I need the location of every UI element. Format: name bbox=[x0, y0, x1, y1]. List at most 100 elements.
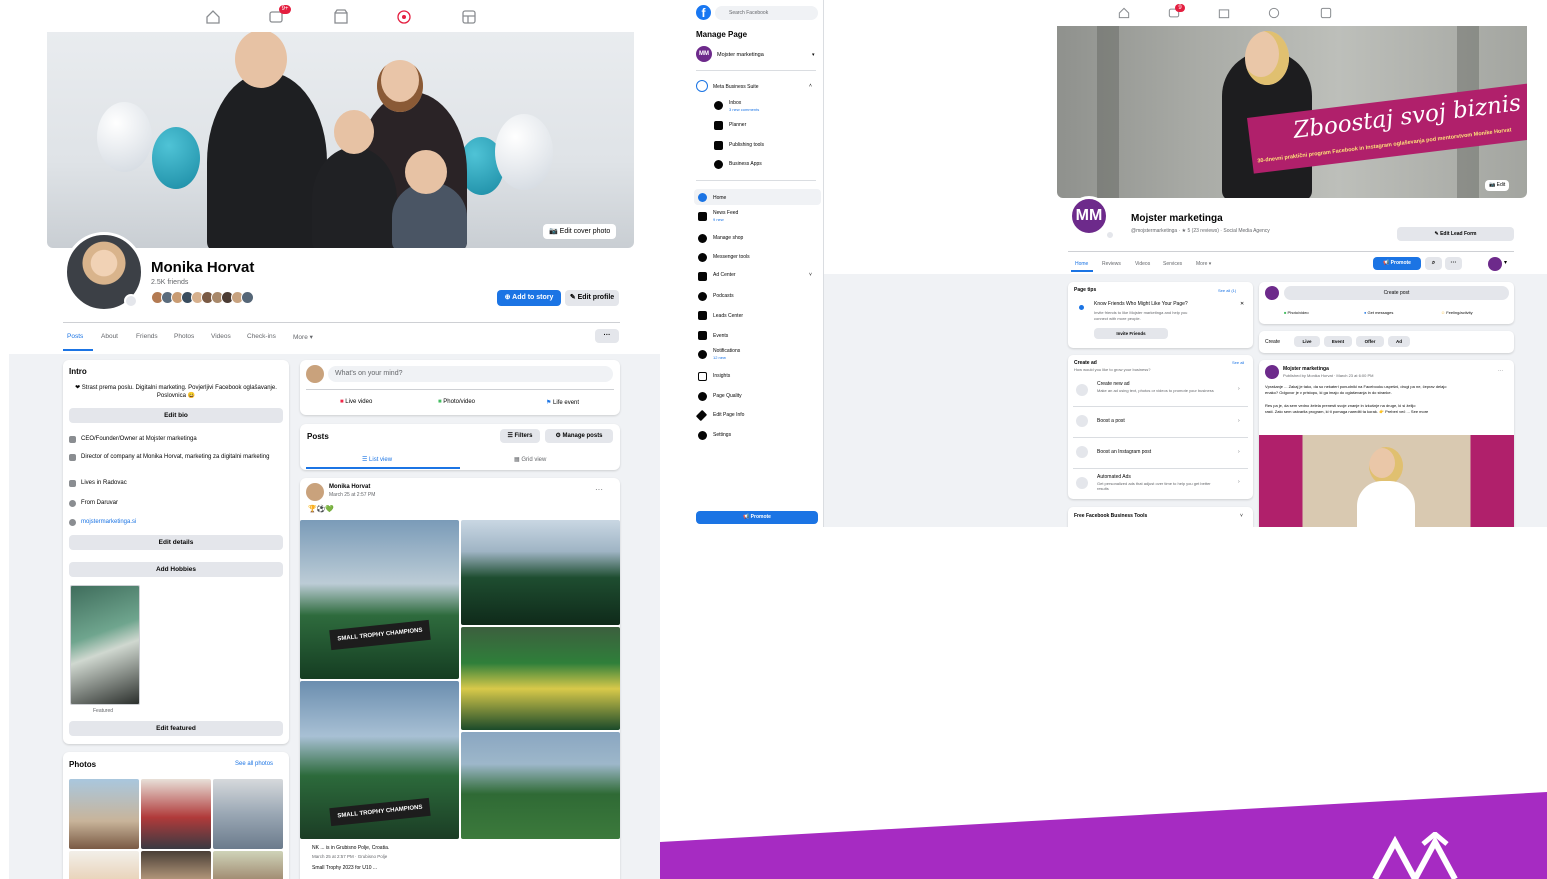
tab-home[interactable]: Home bbox=[1075, 261, 1088, 267]
sidebar-item-ad-center[interactable]: Ad Center bbox=[713, 272, 736, 278]
create-ad-see-all[interactable]: See all bbox=[1232, 360, 1244, 365]
tab-check-ins[interactable]: Check-ins bbox=[247, 333, 276, 340]
promote-header-button[interactable]: 📢 Promote bbox=[1373, 257, 1421, 270]
photo-thumbnail[interactable] bbox=[141, 851, 211, 879]
boost-instagram-post-link[interactable]: Boost an Instagram post bbox=[1097, 449, 1151, 455]
create-new-ad-link[interactable]: Create new ad bbox=[1097, 381, 1130, 387]
edit-cover-photo-button[interactable]: 📷 Edit cover photo bbox=[543, 224, 617, 239]
camera-icon[interactable] bbox=[124, 294, 138, 308]
create-live-button[interactable]: Live bbox=[1294, 336, 1320, 347]
tab-videos[interactable]: Videos bbox=[211, 333, 231, 340]
more-options-button[interactable]: ··· bbox=[1445, 257, 1462, 270]
create-offer-button[interactable]: Offer bbox=[1356, 336, 1384, 347]
automated-ads-link[interactable]: Automated Ads bbox=[1097, 474, 1131, 480]
post-image[interactable] bbox=[1259, 435, 1514, 527]
photo-thumbnail[interactable] bbox=[141, 779, 211, 849]
page-logo-avatar[interactable]: MM bbox=[696, 46, 712, 62]
sidebar-item-news-feed[interactable]: News Feed bbox=[713, 210, 738, 216]
post-menu-button[interactable]: ··· bbox=[1498, 368, 1503, 374]
edit-featured-button[interactable]: Edit featured bbox=[69, 721, 283, 736]
facebook-logo-icon[interactable]: f bbox=[696, 5, 711, 20]
live-video-button[interactable]: ■ Live video bbox=[340, 399, 372, 405]
photo-thumbnail[interactable] bbox=[69, 851, 139, 879]
get-messages-button[interactable]: ● Get messages bbox=[1364, 310, 1393, 315]
sidebar-item-leads-center[interactable]: Leads Center bbox=[713, 313, 743, 319]
post-photo[interactable]: SMALL TROPHY CHAMPIONS bbox=[300, 520, 459, 679]
promote-button[interactable]: 📢 Promote bbox=[696, 511, 818, 524]
post-photo[interactable] bbox=[461, 627, 620, 730]
sidebar-item-podcasts[interactable]: Podcasts bbox=[713, 293, 734, 299]
marketplace-icon[interactable] bbox=[1217, 6, 1231, 20]
photo-thumbnail[interactable] bbox=[69, 779, 139, 849]
featured-photo[interactable] bbox=[70, 585, 140, 705]
edit-cover-button[interactable]: 📷 Edit bbox=[1485, 180, 1510, 191]
post-photo[interactable] bbox=[461, 520, 620, 625]
intro-website-link[interactable]: mojstermarketinga.si bbox=[81, 519, 136, 525]
chevron-up-icon[interactable]: ˄ bbox=[809, 83, 812, 89]
edit-lead-form-button[interactable]: ✎ Edit Lead Form bbox=[1397, 227, 1514, 241]
create-ad-button[interactable]: Ad bbox=[1388, 336, 1410, 347]
suite-item-planner[interactable]: Planner bbox=[729, 122, 746, 128]
sidebar-item-events[interactable]: Events bbox=[713, 333, 728, 339]
page-profile-logo[interactable]: MM bbox=[1069, 196, 1109, 236]
sidebar-item-manage-shop[interactable]: Manage shop bbox=[713, 235, 743, 241]
search-input[interactable]: Search Facebook bbox=[715, 6, 818, 20]
feeling-activity-button[interactable]: ☺ Feeling/activity bbox=[1441, 310, 1473, 315]
grid-view-tab[interactable]: ▦ Grid view bbox=[514, 456, 546, 463]
life-event-button[interactable]: ⚑ Life event bbox=[546, 399, 579, 406]
tab-more[interactable]: More ▾ bbox=[1196, 261, 1211, 267]
home-icon[interactable] bbox=[204, 8, 222, 26]
whats-on-your-mind-input[interactable]: What's on your mind? bbox=[328, 366, 613, 382]
sidebar-item-page-quality[interactable]: Page Quality bbox=[713, 393, 742, 399]
photo-video-button[interactable]: ■ Photo/video bbox=[1284, 310, 1309, 315]
page-switcher[interactable]: Mojster marketinga bbox=[717, 52, 764, 58]
tab-photos[interactable]: Photos bbox=[174, 333, 194, 340]
tab-posts[interactable]: Posts bbox=[67, 333, 83, 340]
edit-bio-button[interactable]: Edit bio bbox=[69, 408, 283, 423]
sidebar-item-notifications[interactable]: Notifications bbox=[713, 348, 740, 354]
sidebar-item-messenger-tools[interactable]: Messenger tools bbox=[713, 254, 750, 260]
tab-about[interactable]: About bbox=[101, 333, 118, 340]
manage-posts-button[interactable]: ⚙ Manage posts bbox=[545, 429, 613, 443]
suite-item-publishing-tools[interactable]: Publishing tools bbox=[729, 142, 764, 148]
post-menu-button[interactable]: ··· bbox=[595, 485, 603, 494]
page-avatar[interactable] bbox=[1488, 257, 1502, 271]
boost-post-link[interactable]: Boost a post bbox=[1097, 418, 1125, 424]
dropdown-icon[interactable]: ▾ bbox=[1504, 259, 1507, 266]
sidebar-item-edit-page-info[interactable]: Edit Page Info bbox=[713, 412, 744, 418]
more-options-button[interactable]: ··· bbox=[595, 329, 619, 343]
chevron-right-icon[interactable]: › bbox=[1238, 449, 1240, 455]
tab-friends[interactable]: Friends bbox=[136, 333, 158, 340]
chevron-right-icon[interactable]: › bbox=[1238, 386, 1240, 392]
search-page-button[interactable]: ⌕ bbox=[1425, 257, 1442, 270]
camera-icon[interactable] bbox=[1105, 230, 1115, 240]
chevron-right-icon[interactable]: › bbox=[1238, 418, 1240, 424]
groups-icon[interactable] bbox=[1267, 6, 1281, 20]
chevron-right-icon[interactable]: › bbox=[1238, 479, 1240, 485]
post-photo[interactable]: SMALL TROPHY CHAMPIONS bbox=[300, 681, 459, 839]
add-hobbies-button[interactable]: Add Hobbies bbox=[69, 562, 283, 577]
suite-item-business-apps[interactable]: Business Apps bbox=[729, 161, 762, 167]
sidebar-item-insights[interactable]: Insights bbox=[713, 373, 730, 379]
home-icon[interactable] bbox=[1117, 6, 1131, 20]
page-avatar[interactable] bbox=[1265, 365, 1279, 379]
tab-videos[interactable]: Videos bbox=[1135, 261, 1150, 267]
meta-business-suite-link[interactable]: Meta Business Suite bbox=[713, 84, 759, 90]
post-meta[interactable]: Published by Monika Horvat · March 23 at… bbox=[1283, 373, 1374, 378]
list-view-tab[interactable]: ☰ List view bbox=[362, 456, 392, 463]
tab-services[interactable]: Services bbox=[1163, 261, 1182, 267]
tab-reviews[interactable]: Reviews bbox=[1102, 261, 1121, 267]
post-photo[interactable] bbox=[461, 732, 620, 839]
tab-more[interactable]: More ▾ bbox=[293, 333, 313, 341]
friends-count[interactable]: 2.5K friends bbox=[151, 279, 188, 286]
avatar[interactable] bbox=[306, 483, 324, 501]
post-author[interactable]: Mojster marketinga bbox=[1283, 366, 1329, 372]
friend-avatar[interactable] bbox=[241, 291, 254, 304]
suite-item-inbox[interactable]: Inbox bbox=[729, 100, 741, 106]
chevron-down-icon[interactable]: ˅ bbox=[1240, 513, 1243, 519]
close-icon[interactable]: ✕ bbox=[1240, 301, 1244, 307]
add-to-story-button[interactable]: ⊕ Add to story bbox=[497, 290, 561, 306]
filters-button[interactable]: ☰ Filters bbox=[500, 429, 540, 443]
edit-profile-button[interactable]: ✎ Edit profile bbox=[565, 290, 619, 306]
gaming-icon[interactable] bbox=[460, 8, 478, 26]
